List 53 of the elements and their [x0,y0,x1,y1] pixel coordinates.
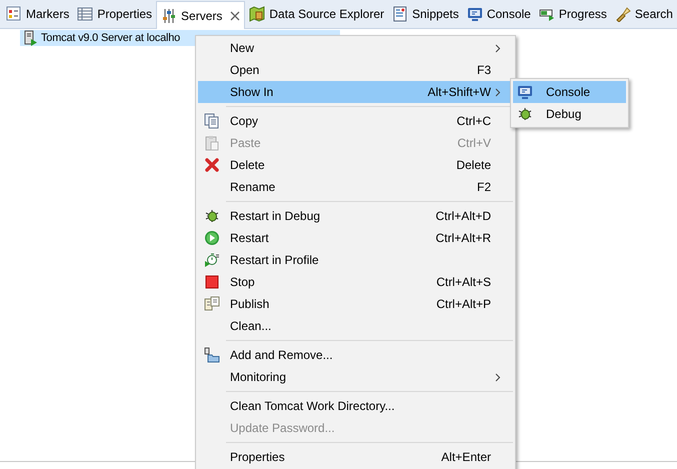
tab-label: Progress [558,6,607,23]
folder-icon [204,347,220,363]
documents-icon [204,296,220,312]
menu-item[interactable]: Restart in Profile [198,249,513,271]
monitor-icon [517,84,533,100]
tab-label: Snippets [412,6,459,23]
menu-item[interactable]: Copy Ctrl+C [198,110,513,132]
clipboard-icon [204,135,220,151]
menu-item[interactable]: Properties Alt+Enter [198,446,513,468]
view-tab[interactable]: Data Source Explorer [245,0,388,28]
view-tab[interactable]: Progress [534,0,611,28]
view-tab[interactable]: Servers [156,1,246,29]
play-icon [204,230,220,246]
tab-label: Markers [26,6,70,23]
menu-item[interactable]: Monitoring [198,366,513,388]
close-icon[interactable] [230,10,240,20]
tab-label: Console [486,6,531,23]
copy-icon [204,113,220,129]
view-tab[interactable]: Search [610,0,677,28]
flashlight-icon [614,6,631,22]
tab-label: Properties [97,6,152,23]
table-icon [77,6,94,22]
menu-item[interactable]: Restart in Debug Ctrl+Alt+D [198,205,513,227]
menu-item[interactable]: Show In Alt+Shift+W [198,81,513,103]
delete-icon [204,157,220,173]
menu-item[interactable]: Delete Delete [198,154,513,176]
bug-icon [517,106,533,122]
view-tab[interactable]: Markers [2,0,74,28]
stopwatch-icon [204,252,220,268]
menu-item[interactable]: Stop Ctrl+Alt+S [198,271,513,293]
menu-item[interactable]: Clean Tomcat Work Directory... [198,395,513,417]
tab-label: Servers [181,8,222,24]
menu-item[interactable]: Add and Remove... [198,344,513,366]
monitor-icon [466,6,483,22]
menu-item[interactable]: Debug [513,103,626,125]
view-tab[interactable]: Console [462,0,535,28]
sliders-icon [161,8,178,24]
menu-item[interactable]: Restart Ctrl+Alt+R [198,227,513,249]
view-tab[interactable]: Properties [73,0,156,28]
menu-item[interactable]: Open F3 [198,59,513,81]
tab-label: Search [634,6,673,23]
stop-icon [204,274,220,290]
server-icon [22,30,38,46]
tab-label: Data Source Explorer [269,6,384,23]
document-icon [392,6,408,22]
map-icon [249,6,266,22]
menu-item[interactable]: Clean... [198,315,513,337]
view-tab[interactable]: Snippets [388,0,463,28]
marker-icon [6,6,22,22]
menu-item[interactable]: Publish Ctrl+Alt+P [198,293,513,315]
bug-icon [204,208,220,224]
menu-item[interactable]: Console [513,81,626,103]
menu-item[interactable]: Rename F2 [198,176,513,198]
